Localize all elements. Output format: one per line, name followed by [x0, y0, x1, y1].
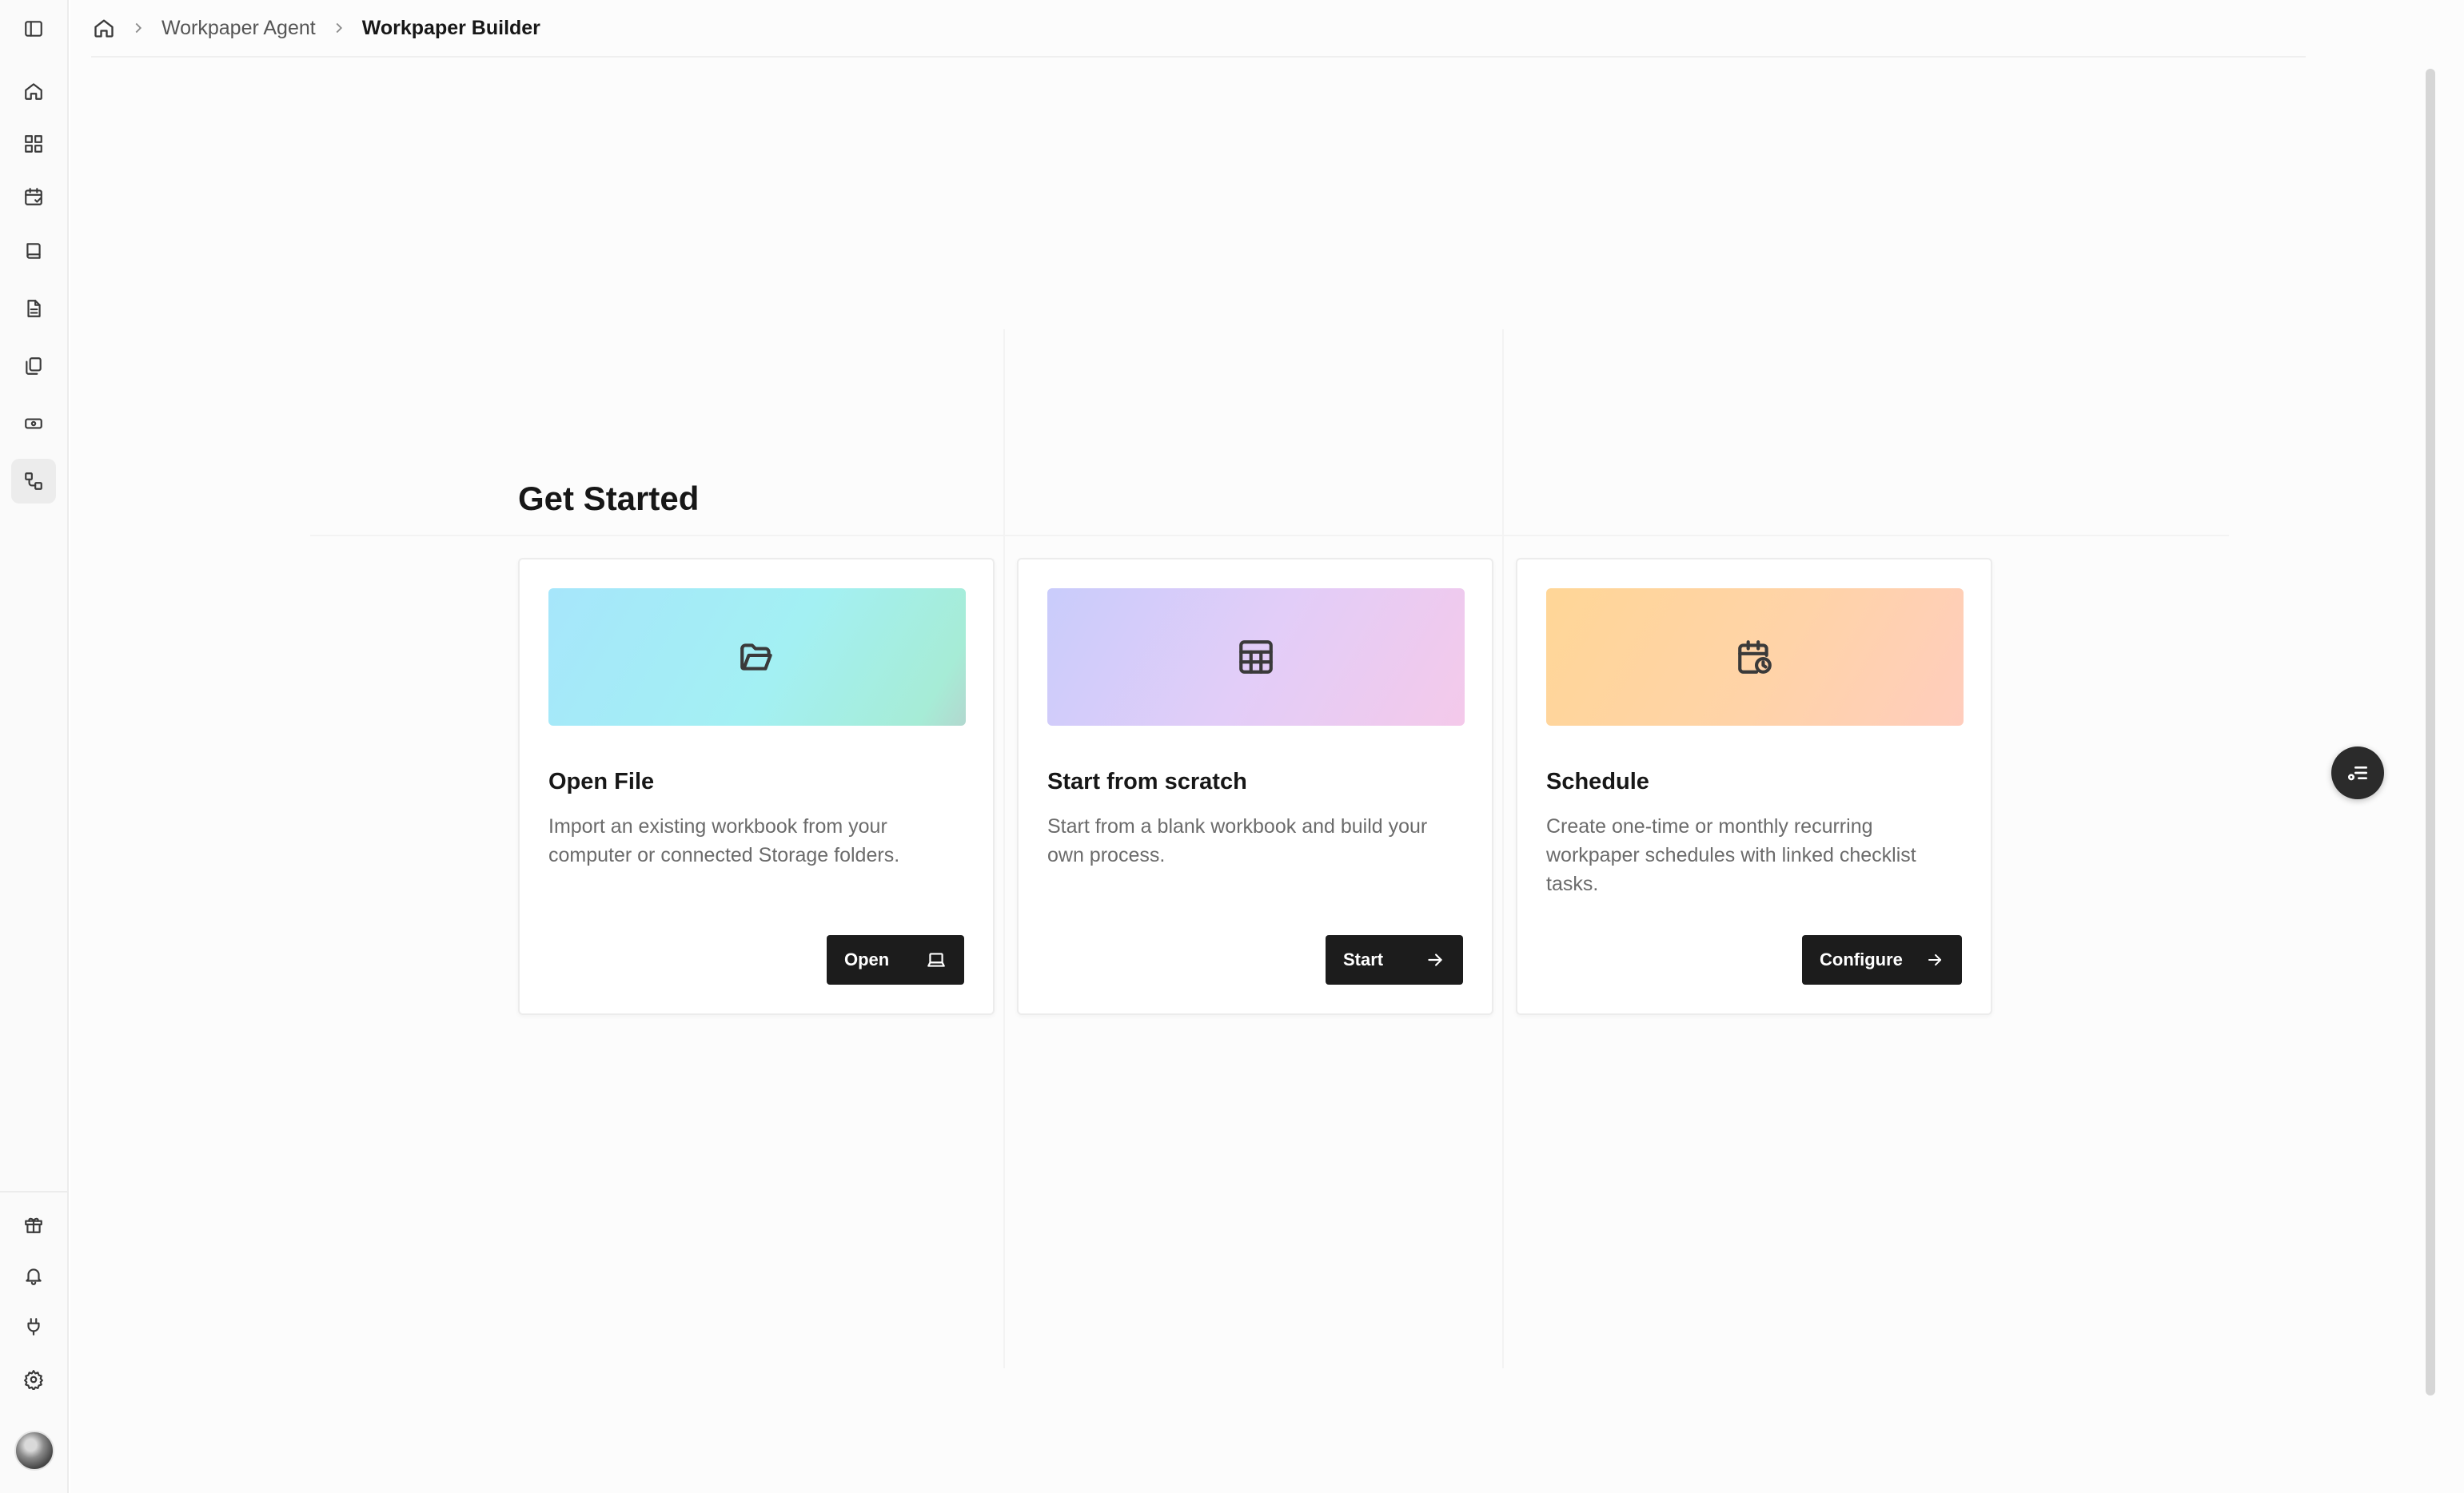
gift-icon: [25, 1217, 42, 1233]
chevron-right-icon: [135, 22, 142, 34]
start-button[interactable]: Start: [1326, 935, 1463, 985]
chevron-right-icon: [336, 22, 342, 34]
sidebar: [0, 0, 69, 1493]
sidebar-item-money[interactable]: [11, 401, 56, 446]
breadcrumb-workpaper-builder: Workpaper Builder: [361, 16, 540, 39]
card-open-file: Open File Import an existing workbook fr…: [518, 558, 995, 1015]
main-content: Workpaper Agent Workpaper Builder Get St…: [70, 0, 2464, 1493]
home-icon: [94, 19, 114, 38]
sidebar-divider: [0, 1191, 69, 1192]
page-title: Get Started: [518, 480, 700, 517]
get-started-cards: Open File Import an existing workbook fr…: [518, 558, 1992, 1015]
sidebar-item-gift[interactable]: [11, 1202, 56, 1247]
task-list-button[interactable]: [2331, 746, 2384, 799]
dashboard-icon: [25, 135, 42, 153]
task-list-icon: [2348, 766, 2367, 781]
card-description: Create one-time or monthly recurring wor…: [1546, 815, 1916, 895]
gear-icon: [24, 1370, 43, 1390]
sidebar-item-workflow[interactable]: [11, 459, 56, 504]
card-description: Start from a blank workbook and build yo…: [1047, 815, 1428, 866]
sidebar-toggle-icon[interactable]: [11, 6, 56, 51]
start-button-label: Start: [1343, 950, 1384, 969]
configure-button-label: Configure: [1820, 950, 1903, 969]
card-schedule: Schedule Create one-time or monthly recu…: [1516, 558, 1992, 1015]
avatar[interactable]: [14, 1431, 54, 1471]
breadcrumb-home[interactable]: [93, 17, 115, 39]
sidebar-item-notifications[interactable]: [11, 1253, 56, 1298]
sidebar-item-dashboard[interactable]: [11, 121, 56, 166]
money-icon: [25, 418, 42, 429]
card-description: Import an existing workbook from your co…: [548, 815, 900, 866]
scrollbar[interactable]: [2426, 69, 2435, 1395]
sidebar-item-integrations[interactable]: [11, 1304, 56, 1349]
copy-icon: [26, 357, 42, 375]
table-icon: [1239, 640, 1273, 674]
bell-icon: [26, 1268, 42, 1285]
calendar-clock-icon: [1738, 640, 1772, 674]
home-icon: [25, 83, 42, 100]
sidebar-item-copies[interactable]: [11, 344, 56, 388]
sidebar-item-documents[interactable]: [11, 286, 56, 331]
sidebar-item-settings[interactable]: [11, 1357, 56, 1402]
arrow-right-icon: [1428, 954, 1442, 966]
plug-icon: [27, 1318, 40, 1336]
card-banner: [1546, 588, 1964, 726]
card-title: Open File: [548, 769, 655, 794]
card-title: Schedule: [1546, 769, 1649, 794]
folder-open-icon: [740, 643, 772, 671]
card-banner: [548, 588, 966, 726]
breadcrumb: Workpaper Agent Workpaper Builder: [91, 0, 2306, 58]
breadcrumb-workpaper-agent[interactable]: Workpaper Agent: [161, 17, 316, 40]
open-button-label: Open: [844, 950, 890, 969]
sidebar-item-book[interactable]: [11, 229, 56, 273]
arrow-right-icon: [1928, 954, 1941, 966]
document-icon: [27, 300, 41, 317]
sidebar-item-home[interactable]: [11, 69, 56, 113]
calendar-check-icon: [25, 188, 42, 205]
open-button[interactable]: Open: [827, 935, 964, 985]
card-start-from-scratch: Start from scratch Start from a blank wo…: [1017, 558, 1493, 1015]
workflow-icon: [25, 472, 42, 490]
sidebar-item-calendar[interactable]: [11, 174, 56, 219]
card-banner: [1047, 588, 1465, 726]
card-title: Start from scratch: [1047, 769, 1247, 794]
book-icon: [26, 243, 41, 259]
laptop-icon: [927, 953, 945, 967]
configure-button[interactable]: Configure: [1802, 935, 1962, 985]
